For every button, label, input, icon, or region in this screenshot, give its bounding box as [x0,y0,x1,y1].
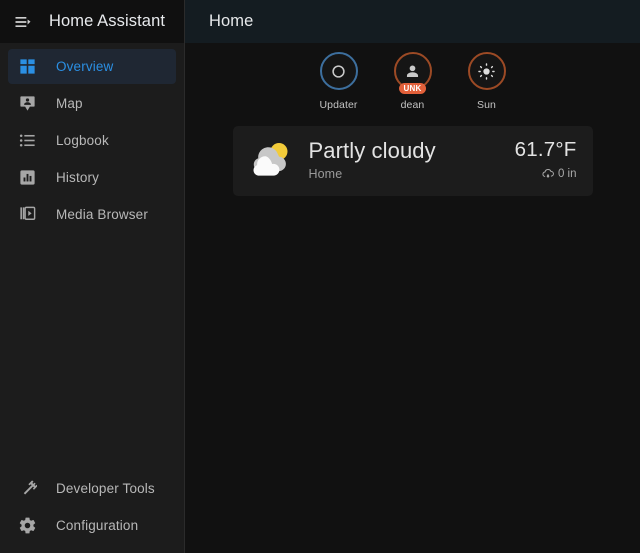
play-box-multiple-icon [15,203,39,227]
status-badge: UNK [398,83,427,94]
weather-temperature: 61.7°F [514,138,577,162]
cog-icon [15,514,39,538]
format-list-bulleted-icon [15,129,39,153]
sidebar-item-label: History [56,170,100,185]
weather-info: Partly cloudy Home [308,138,515,181]
badges-row: Updater UNK dean Sun [185,43,640,111]
sidebar: Home Assistant Overview Map Logbook Hist… [0,0,185,553]
weather-rainy-icon [541,167,555,181]
partly-cloudy-icon [247,138,295,182]
badge-sun[interactable]: Sun [459,52,515,111]
sidebar-item-label: Logbook [56,133,109,148]
badge-label: Updater [319,99,358,111]
sidebar-item-history[interactable]: History [8,160,176,195]
badge-circle [467,52,506,90]
badge-updater[interactable]: Updater [311,52,367,111]
sidebar-item-developer-tools[interactable]: Developer Tools [8,471,176,506]
precipitation-value: 0 in [557,167,577,180]
badge-label: dean [400,99,425,111]
weather-entity-name: Home [308,166,343,181]
weather-precipitation: 0 in [541,167,577,181]
cards-area: Partly cloudy Home 61.7°F 0 in [185,111,640,196]
hammer-icon [15,477,39,501]
weather-readings: 61.7°F 0 in [515,139,577,181]
map-marker-account-icon [15,92,39,116]
view-dashboard-icon [15,55,39,79]
circle-outline-icon [330,63,347,80]
sidebar-item-label: Media Browser [56,207,148,222]
dashboard-content: Updater UNK dean Sun Partly cloudy Home … [185,43,640,553]
sidebar-item-logbook[interactable]: Logbook [8,123,176,158]
page-title: Home [209,12,254,30]
account-icon [403,62,422,81]
weather-card[interactable]: Partly cloudy Home 61.7°F 0 in [232,126,593,196]
sidebar-item-map[interactable]: Map [8,86,176,121]
badge-circle [319,52,358,90]
sidebar-nav-bottom: Developer Tools Configuration [0,469,184,553]
sidebar-item-label: Configuration [56,518,139,533]
sidebar-item-label: Developer Tools [56,481,155,496]
sidebar-item-media-browser[interactable]: Media Browser [8,197,176,232]
badge-circle: UNK [393,52,432,94]
sun-icon [477,62,496,81]
badge-label: Sun [477,99,496,111]
top-toolbar: Home [185,0,640,43]
badge-dean[interactable]: UNK dean [385,52,441,111]
sidebar-item-overview[interactable]: Overview [8,49,176,84]
sidebar-item-configuration[interactable]: Configuration [8,508,176,543]
weather-state: Partly cloudy [308,138,436,164]
main-area: Home Updater UNK dean Sun Partly cloudy … [185,0,640,553]
sidebar-header: Home Assistant [0,0,184,43]
sidebar-nav-top: Overview Map Logbook History Media Brows… [0,43,184,234]
chart-box-icon [15,166,39,190]
sidebar-item-label: Overview [56,59,114,74]
home-assistant-app: Home Assistant Overview Map Logbook Hist… [0,0,640,553]
sidebar-item-label: Map [56,96,83,111]
menu-open-icon[interactable] [6,5,40,39]
sidebar-title: Home Assistant [49,12,166,30]
